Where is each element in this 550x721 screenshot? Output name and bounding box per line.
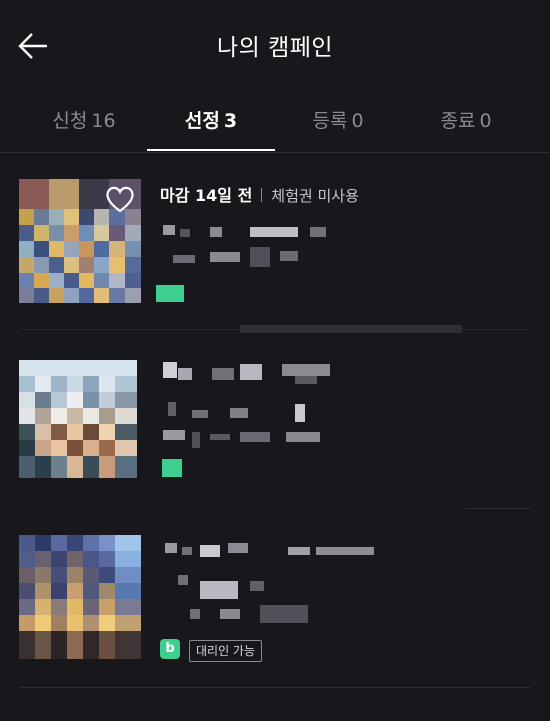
divider: [466, 508, 530, 509]
tab-count: 3: [223, 110, 238, 132]
scroll-indicator: [240, 325, 462, 333]
pixelated-image: [19, 535, 141, 659]
campaign-item[interactable]: b: [0, 535, 550, 665]
tab-count: 0: [479, 110, 492, 132]
favorite-button[interactable]: [105, 185, 135, 213]
blurred-badge: [162, 459, 182, 477]
pixelated-image: [19, 360, 137, 478]
tab-label: 종료: [440, 110, 476, 132]
active-tab-indicator: [147, 149, 275, 151]
tab-count: 0: [351, 110, 364, 132]
app-header: 나의 캠페인: [0, 0, 550, 92]
campaign-item[interactable]: 마감 14일 전 체험권 미사용: [0, 179, 550, 309]
deadline-label: 마감 14일 전: [160, 186, 253, 205]
tab-selected[interactable]: 선정 3: [147, 92, 275, 150]
campaign-meta: 마감 14일 전 체험권 미사용: [160, 182, 359, 206]
blurred-badge: [156, 285, 184, 302]
status-tabs: 신청 16 선정 3 등록 0 종료 0: [0, 92, 550, 153]
campaign-item[interactable]: [0, 360, 550, 485]
campaign-thumbnail: [19, 179, 141, 303]
proxy-available-tag: 대리인 가능: [189, 640, 263, 662]
page-title: 나의 캠페인: [216, 35, 334, 61]
heart-outline-icon: [106, 186, 134, 213]
tab-ended[interactable]: 종료 0: [402, 92, 530, 150]
tab-count: 16: [91, 110, 116, 132]
tab-label: 신청: [52, 110, 88, 132]
tab-registered[interactable]: 등록 0: [274, 92, 402, 150]
divider: [20, 687, 530, 688]
separator: [261, 188, 263, 202]
divider: [462, 329, 530, 330]
tab-label: 등록: [312, 110, 348, 132]
divider: [20, 329, 240, 330]
campaign-thumbnail: [19, 360, 137, 478]
tab-applied[interactable]: 신청 16: [20, 92, 148, 150]
brand-badge: b: [160, 639, 180, 659]
voucher-status: 체험권 미사용: [271, 187, 359, 205]
campaign-thumbnail: [19, 535, 141, 659]
tab-label: 선정: [184, 110, 220, 132]
